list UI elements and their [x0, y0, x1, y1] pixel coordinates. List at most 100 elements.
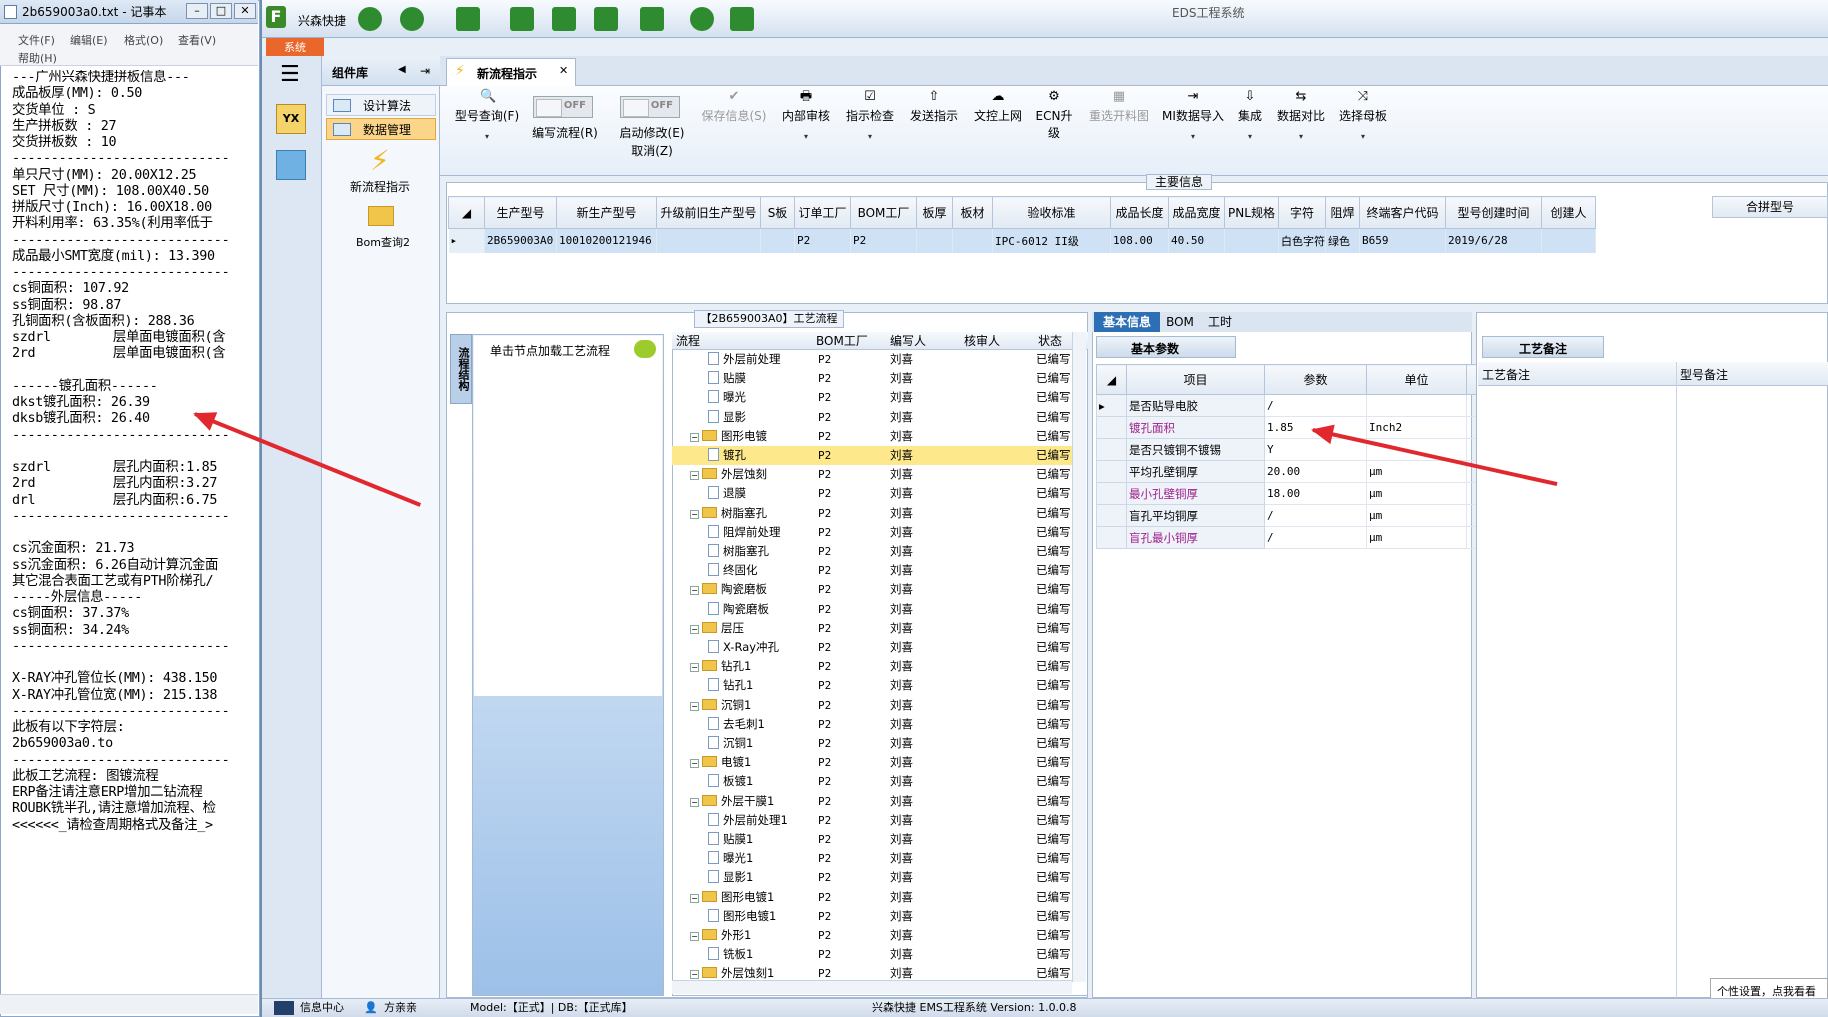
col-header[interactable]: 升级前旧生产型号 — [656, 196, 761, 229]
calculator-nav-icon[interactable] — [276, 150, 306, 180]
collapse-icon[interactable]: − — [690, 471, 699, 481]
tree-row[interactable]: − 树脂塞孔 P2 刘喜 已编写 — [672, 504, 1072, 523]
tree-row[interactable]: X-Ray冲孔 P2 刘喜 已编写 — [672, 638, 1072, 657]
tree-vertical-scrollbar[interactable] — [1072, 332, 1086, 982]
cell[interactable]: 绿色 — [1325, 228, 1360, 253]
cell[interactable]: IPC-6012 II级 — [992, 228, 1111, 253]
tree-row[interactable]: − 外层干膜1 P2 刘喜 已编写 — [672, 792, 1072, 811]
collapse-icon[interactable]: − — [690, 624, 699, 634]
col-item[interactable]: 项目 — [1126, 364, 1265, 395]
nav-pin-icon[interactable]: ⇥ — [420, 64, 430, 78]
collapse-icon[interactable]: − — [690, 509, 699, 519]
maximize-button[interactable]: □ — [210, 3, 232, 19]
tree-row[interactable]: 显影 P2 刘喜 已编写 — [672, 408, 1072, 427]
tab-new-flow[interactable]: ⚡ 新流程指示 ✕ — [446, 58, 576, 86]
tree-row[interactable]: 贴膜1 P2 刘喜 已编写 — [672, 830, 1072, 849]
tree-row[interactable]: − 图形电镀1 P2 刘喜 已编写 — [672, 888, 1072, 907]
cell[interactable]: P2 — [794, 228, 851, 253]
cell[interactable]: B659 — [1359, 228, 1446, 253]
tree-row[interactable]: 外层前处理1 P2 刘喜 已编写 — [672, 811, 1072, 830]
export-icon[interactable] — [594, 7, 618, 31]
tree-row[interactable]: − 外层蚀刻1 P2 刘喜 已编写 — [672, 964, 1072, 980]
status-info-center[interactable]: 信息中心 — [300, 999, 344, 1017]
flow-structure-vtab[interactable]: 流程结构 — [450, 334, 472, 404]
cell[interactable]: 10010200121946 — [556, 228, 657, 253]
tree-row[interactable]: − 外形1 P2 刘喜 已编写 — [672, 926, 1072, 945]
tab-bom[interactable]: BOM — [1162, 312, 1198, 332]
col-process-notes[interactable]: 工艺备注 — [1482, 366, 1530, 383]
tree-row[interactable]: − 外层蚀刻 P2 刘喜 已编写 — [672, 465, 1072, 484]
user-icon[interactable] — [690, 7, 714, 31]
cell[interactable]: 白色字符 — [1278, 228, 1326, 253]
tree-row[interactable]: 镀孔 P2 刘喜 已编写 — [672, 446, 1072, 465]
collapse-icon[interactable]: − — [690, 701, 699, 711]
tab-basic-info[interactable]: 基本信息 — [1094, 312, 1160, 332]
col-writer[interactable]: 编写人 — [890, 332, 926, 350]
param-value[interactable]: / — [1264, 526, 1367, 549]
write-flow-toggle[interactable]: OFF — [533, 96, 593, 118]
send-instruction-button[interactable]: ⇧ 发送指示 — [902, 90, 966, 124]
cell[interactable] — [916, 228, 953, 253]
col-header[interactable]: 验收标准 — [992, 196, 1111, 229]
tree-row[interactable]: 贴膜 P2 刘喜 已编写 — [672, 369, 1072, 388]
collapse-icon[interactable]: − — [690, 586, 699, 596]
save-info-button[interactable]: ✔ 保存信息(S) — [696, 90, 772, 124]
tree-row[interactable]: − 电镀1 P2 刘喜 已编写 — [672, 753, 1072, 772]
tree-row[interactable]: − 沉铜1 P2 刘喜 已编写 — [672, 696, 1072, 715]
tree-row[interactable]: 显影1 P2 刘喜 已编写 — [672, 868, 1072, 887]
menu-file[interactable]: 文件(F) — [18, 32, 55, 48]
cancel-label[interactable]: 取消(Z) — [610, 142, 694, 159]
col-header[interactable]: 终端客户代码 — [1359, 196, 1446, 229]
search-icon[interactable] — [358, 7, 382, 31]
table-row[interactable]: ▸ 是否贴导电胶 / — [1096, 394, 1499, 417]
tree-row[interactable]: − 层压 P2 刘喜 已编写 — [672, 619, 1072, 638]
menu-help[interactable]: 帮助(H) — [18, 50, 57, 66]
col-header[interactable]: 新生产型号 — [556, 196, 657, 229]
hamburger-menu-icon[interactable]: ☰ — [280, 64, 300, 86]
menu-edit[interactable]: 编辑(E) — [70, 32, 108, 48]
col-flow[interactable]: 流程 — [676, 332, 700, 350]
tree-row[interactable]: 树脂塞孔 P2 刘喜 已编写 — [672, 542, 1072, 561]
close-button[interactable]: ✕ — [234, 3, 256, 19]
notepad-text-area[interactable]: ---广州兴森快捷拼板信息--- 成品板厚(MM): 0.50 交货单位 : S 生产… — [12, 70, 258, 990]
tree-row[interactable]: − 钻孔1 P2 刘喜 已编写 — [672, 657, 1072, 676]
shortcut-new-flow[interactable]: 新流程指示 — [350, 178, 410, 195]
tree-row[interactable]: 铣板1 P2 刘喜 已编写 — [672, 945, 1072, 964]
col-header[interactable]: 创建人 — [1541, 196, 1596, 229]
tree-row[interactable]: 终固化 P2 刘喜 已编写 — [672, 561, 1072, 580]
col-header[interactable]: 生产型号 — [484, 196, 557, 229]
param-value[interactable]: 20.00 — [1264, 460, 1367, 483]
param-value[interactable]: / — [1264, 504, 1367, 527]
tree-row[interactable]: 阻焊前处理 P2 刘喜 已编写 — [672, 523, 1072, 542]
tab-work-hours[interactable]: 工时 — [1200, 312, 1240, 332]
col-header[interactable]: 阻焊 — [1325, 196, 1360, 229]
menu-format[interactable]: 格式(O) — [124, 32, 163, 48]
col-header[interactable]: BOM工厂 — [850, 196, 917, 229]
cell[interactable]: 2B659003A0 — [484, 228, 557, 253]
minimize-button[interactable]: – — [186, 3, 208, 19]
cell[interactable]: 40.50 — [1168, 228, 1225, 253]
instruction-check-button[interactable]: ☑ 指示检查 ▾ — [838, 90, 902, 141]
cell[interactable] — [1224, 228, 1279, 253]
col-header[interactable]: 订单工厂 — [794, 196, 851, 229]
tree-row[interactable]: 外层前处理 P2 刘喜 已编写 — [672, 350, 1072, 369]
integrate-button[interactable]: ⇩ 集成 ▾ — [1232, 90, 1268, 141]
close-tab-icon[interactable]: ✕ — [559, 64, 568, 77]
tree-row[interactable]: 沉铜1 P2 刘喜 已编写 — [672, 734, 1072, 753]
notepad-horizontal-scrollbar[interactable] — [0, 994, 258, 1014]
menu-view[interactable]: 查看(V) — [178, 32, 216, 48]
col-param[interactable]: 参数 — [1264, 364, 1367, 395]
col-header[interactable]: 型号创建时间 — [1445, 196, 1542, 229]
nav-back-icon[interactable]: ◀ — [398, 64, 406, 75]
folder-icon[interactable] — [368, 206, 394, 226]
col-header[interactable]: 字符 — [1278, 196, 1326, 229]
tree-row[interactable]: 去毛刺1 P2 刘喜 已编写 — [672, 715, 1072, 734]
tree-row[interactable]: 曝光 P2 刘喜 已编写 — [672, 388, 1072, 407]
tree-row[interactable]: − 图形电镀 P2 刘喜 已编写 — [672, 427, 1072, 446]
tree-row[interactable]: 钻孔1 P2 刘喜 已编写 — [672, 676, 1072, 695]
tree-horizontal-scrollbar[interactable] — [672, 980, 1072, 994]
internal-review-button[interactable]: 🖶 内部审核 ▾ — [774, 90, 838, 141]
grid-icon[interactable] — [640, 7, 664, 31]
tree-row[interactable]: 退膜 P2 刘喜 已编写 — [672, 484, 1072, 503]
collapse-icon[interactable]: − — [690, 893, 699, 903]
